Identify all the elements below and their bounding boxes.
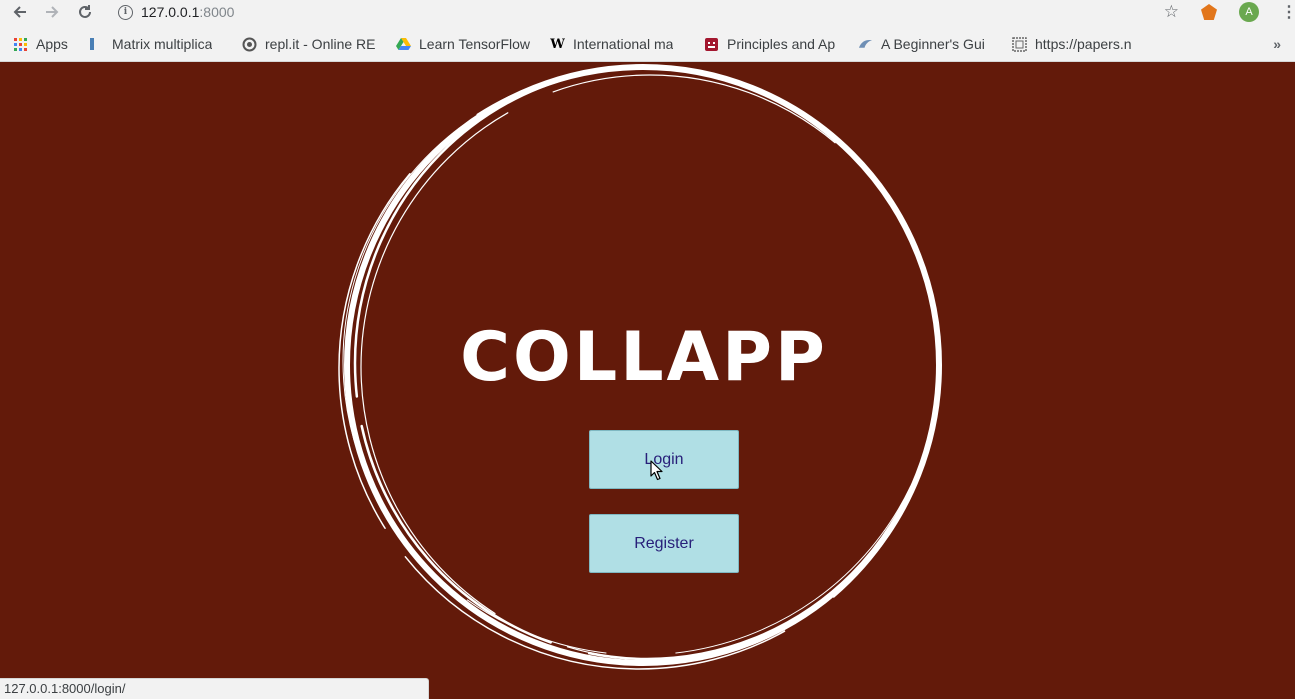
apps-grid-icon (13, 37, 28, 52)
url-host: 127.0.0.1 (141, 4, 200, 20)
bookmark-label: Apps (36, 36, 68, 52)
bookmarks-bar: Apps Matrix multiplica repl.it - Online … (0, 32, 1295, 56)
bookmark-matrix[interactable]: Matrix multiplica (88, 32, 226, 56)
bookmark-star-icon[interactable]: ☆ (1164, 2, 1179, 22)
wikipedia-icon: W (550, 36, 565, 52)
url-port: :8000 (199, 4, 235, 20)
book-icon (704, 37, 719, 52)
guide-icon (858, 37, 873, 52)
bookmark-label: Principles and Ap (727, 36, 836, 52)
login-button[interactable]: Login (589, 430, 739, 489)
bookmarks-overflow-icon[interactable]: » (1273, 32, 1281, 56)
bookmark-label: A Beginner's Gui (881, 36, 985, 52)
matrix-icon (88, 37, 96, 52)
page-content: COLLAPP Login Register (0, 62, 1295, 699)
bookmark-label: https://papers.n (1035, 36, 1132, 52)
profile-avatar[interactable]: A (1239, 2, 1259, 22)
bookmark-label: Matrix multiplica (112, 36, 213, 52)
browser-chrome: i 127.0.0.1:8000 ☆ A ⋮ Apps Matrix mult… (0, 0, 1295, 62)
bookmark-apps[interactable]: Apps (13, 32, 79, 56)
toolbar-right: ☆ A ⋮ (1164, 0, 1295, 24)
address-bar[interactable]: i 127.0.0.1:8000 (110, 0, 1130, 24)
reload-icon[interactable] (74, 1, 96, 23)
bookmark-label: Learn TensorFlow (419, 36, 531, 52)
bookmark-tensorflow[interactable]: Learn TensorFlow (396, 32, 534, 56)
bookmark-beginners-guide[interactable]: A Beginner's Gui (858, 32, 996, 56)
status-bar: 127.0.0.1:8000/login/ (0, 678, 429, 699)
bookmark-wikipedia[interactable]: W International ma (550, 32, 688, 56)
bookmark-principles[interactable]: Principles and Ap (704, 32, 842, 56)
bookmark-label: International ma (573, 36, 674, 52)
back-arrow-icon[interactable] (9, 1, 31, 23)
metamask-extension-icon[interactable] (1201, 4, 1217, 20)
bookmark-label: repl.it - Online RE (265, 36, 376, 52)
replit-icon (242, 37, 257, 52)
bookmark-papers[interactable]: https://papers.n (1012, 32, 1150, 56)
collapp-logo: COLLAPP (460, 318, 828, 397)
info-icon[interactable]: i (118, 4, 133, 20)
kebab-menu-icon[interactable]: ⋮ (1281, 2, 1295, 22)
google-drive-icon (396, 37, 411, 52)
forward-arrow-icon[interactable] (41, 1, 63, 23)
register-button[interactable]: Register (589, 514, 739, 573)
browser-toolbar: i 127.0.0.1:8000 ☆ A ⋮ (0, 0, 1295, 26)
page-icon (1012, 36, 1027, 52)
mouse-cursor-icon (650, 460, 663, 481)
bookmark-replit[interactable]: repl.it - Online RE (242, 32, 380, 56)
